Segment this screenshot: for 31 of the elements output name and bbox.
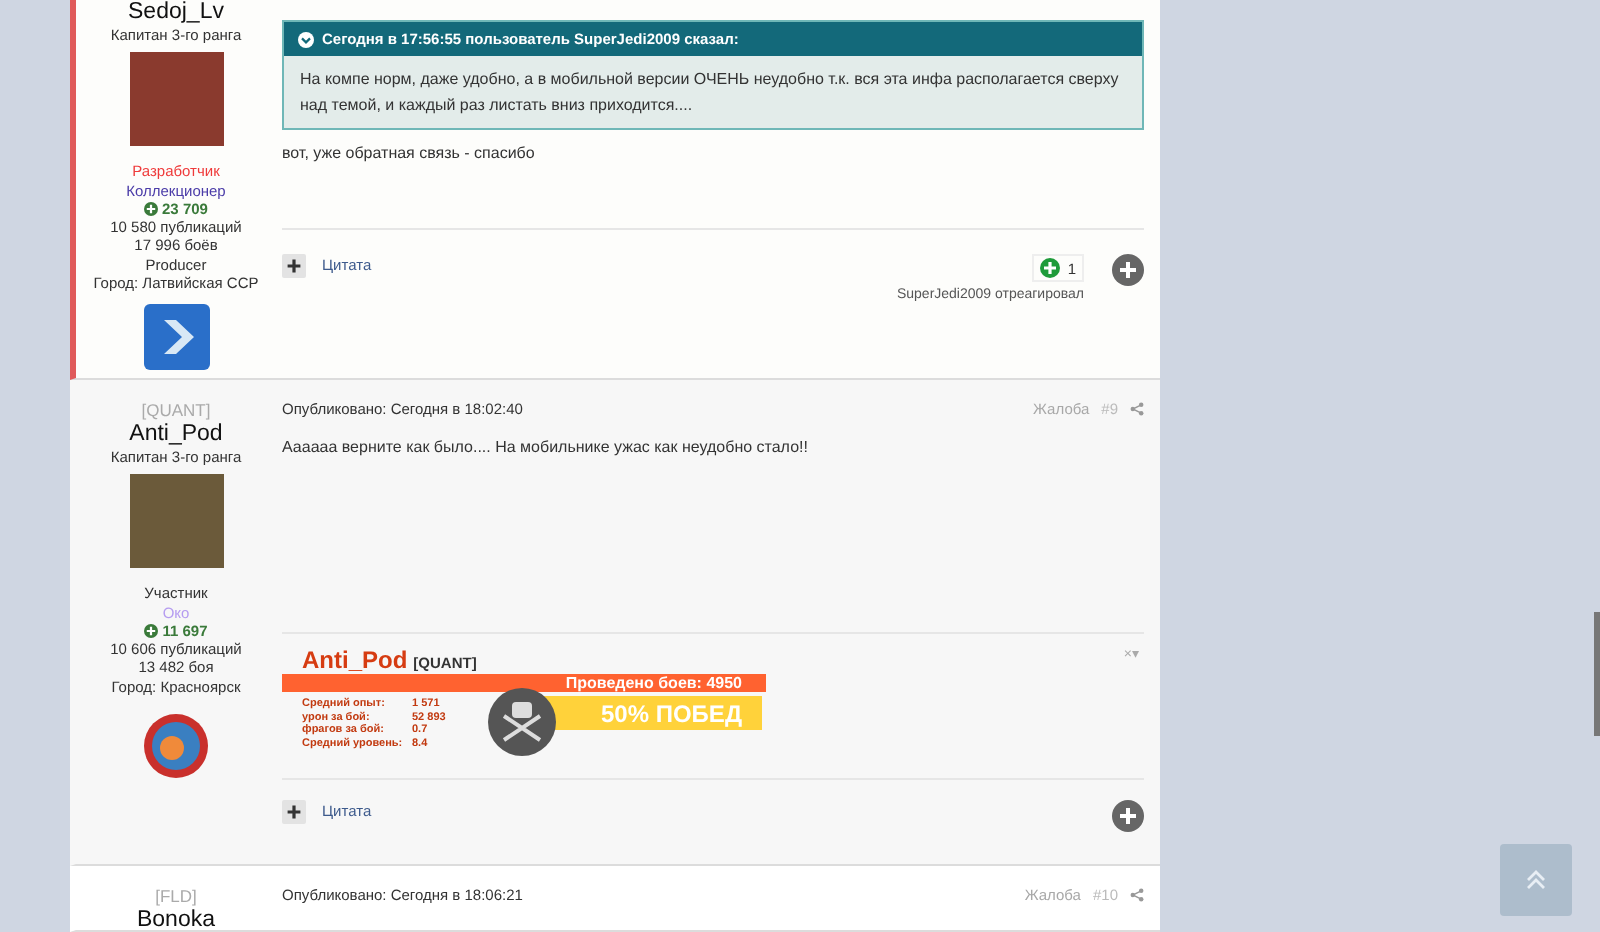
emblem-badge-icon [142,712,210,781]
avatar-placeholder [129,52,223,147]
add-button[interactable] [282,254,306,278]
plus-circle-icon [144,202,159,217]
signature-name: Anti_Pod [302,646,408,674]
author-name[interactable]: Bonoka [136,908,215,932]
post-text: вот, уже обратная связь - спасибо [282,142,537,166]
plus-circle-icon [144,624,159,639]
avatar-placeholder [129,474,223,569]
add-reaction-button[interactable] [1112,254,1144,286]
clan-tag: [QUANT] [141,400,211,422]
double-chevron-up-icon [1524,868,1548,892]
chevron-badge-icon [143,304,209,371]
share-icon[interactable] [1130,887,1144,901]
plus-icon [286,804,302,820]
clan-tag: [FLD] [155,886,197,908]
plus-circle-icon [1039,258,1060,278]
quote-text: На компе норм, даже удобно, а в мобильной версии ОЧЕНЬ неудобно т.к. вся эта инфа располагается сверху над темой, и каждый раз листать вниз приходится.... [298,68,1121,118]
scrollbar-thumb[interactable] [1594,612,1600,736]
share-icon[interactable] [1130,401,1144,415]
author-name[interactable]: Sedoj_Lv [128,0,224,26]
crossed-swords-emblem-icon [488,688,556,756]
add-reaction-button[interactable] [1112,800,1144,832]
plus-icon [286,258,302,274]
add-button[interactable] [282,800,306,824]
chevron-down-icon[interactable] [298,31,314,47]
battles-banner: Проведено боев: 4950 [282,674,766,692]
plus-icon [1118,806,1138,826]
author-name[interactable]: Anti_Pod [129,422,223,448]
plus-icon [1118,260,1138,280]
post-text: Аааааа верните как было.... На мобильнике ужас как неудобно стало!! [282,436,810,458]
